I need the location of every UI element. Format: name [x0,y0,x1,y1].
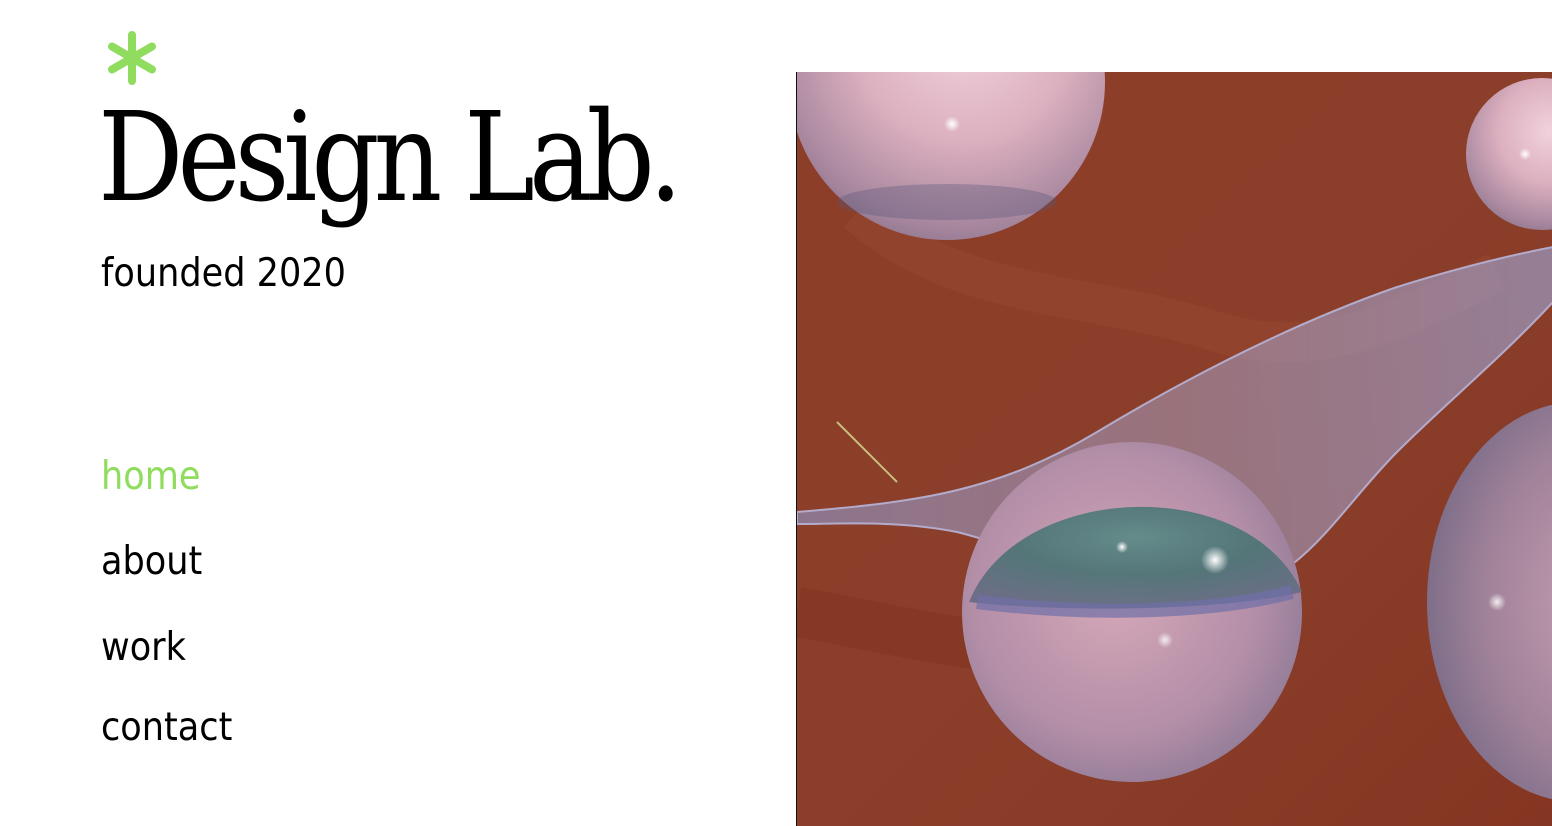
asterisk-icon [108,31,156,85]
nav-link-contact[interactable]: contact [101,706,232,750]
hero-illustration [797,72,1552,826]
hero-image [796,72,1552,826]
founded-subtitle: founded 2020 [101,251,346,296]
nav-link-work[interactable]: work [101,626,186,670]
nav-link-about[interactable]: about [101,540,202,584]
site-title: Design Lab. [98,86,683,230]
nav-link-home[interactable]: home [101,455,201,499]
